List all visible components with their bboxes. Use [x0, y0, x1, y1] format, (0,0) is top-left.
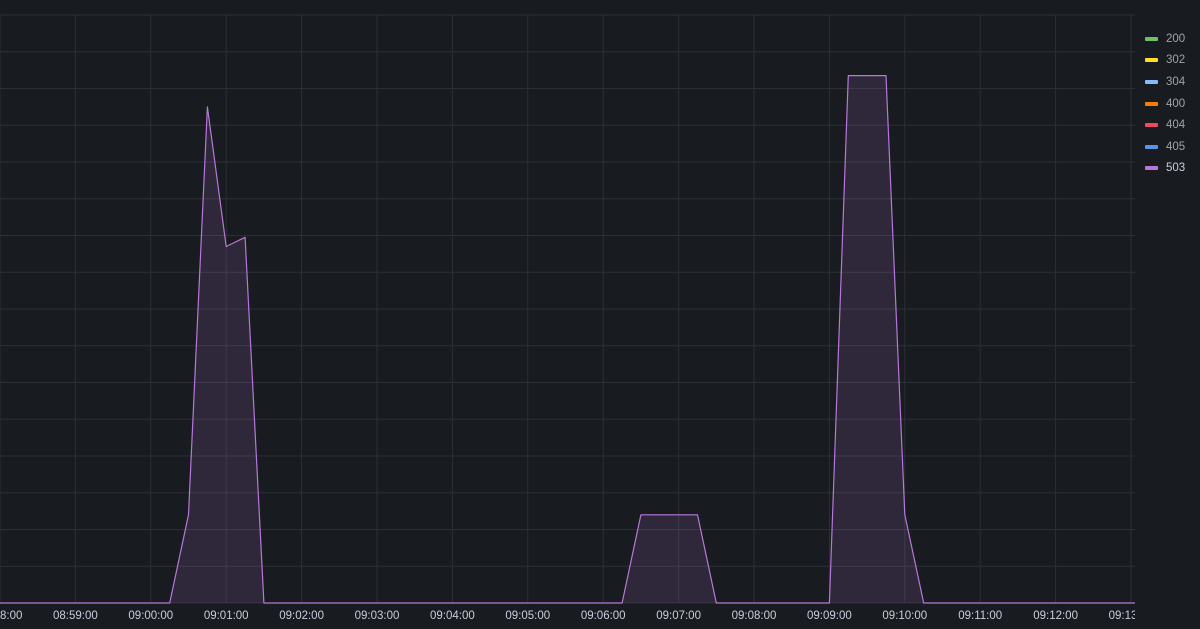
x-tick-label: 09:13:00 — [1109, 610, 1135, 622]
x-tick-label: 09:11:00 — [958, 610, 1002, 622]
legend-swatch — [1145, 101, 1158, 106]
legend-label: 400 — [1166, 97, 1186, 110]
legend: 200 302 304 400 404 405 503 — [1135, 28, 1200, 179]
legend-swatch — [1145, 166, 1158, 171]
legend-swatch — [1145, 79, 1158, 84]
series-503-line[interactable] — [0, 75, 1135, 604]
series-503-area — [0, 75, 1135, 603]
legend-item-405[interactable]: 405 — [1135, 136, 1200, 158]
time-series-panel: 08:58:00 08:59:00 09:00:00 09:01:00 09:02:00… — [0, 0, 1200, 629]
x-tick-label: 09:12:00 — [1033, 610, 1078, 622]
legend-item-304[interactable]: 304 — [1135, 71, 1200, 93]
legend-label: 200 — [1166, 32, 1186, 45]
legend-item-200[interactable]: 200 — [1135, 28, 1200, 50]
x-tick-label: 09:01:00 — [204, 610, 249, 622]
x-tick-label: 08:58:00 — [0, 610, 22, 622]
legend-item-302[interactable]: 302 — [1135, 50, 1200, 72]
legend-item-400[interactable]: 400 — [1135, 93, 1200, 115]
legend-label: 304 — [1166, 75, 1186, 88]
legend-swatch — [1145, 58, 1158, 63]
x-tick-label: 09:07:00 — [656, 610, 701, 622]
legend-swatch — [1145, 144, 1158, 149]
x-tick-label: 08:59:00 — [53, 610, 98, 622]
legend-swatch — [1145, 123, 1158, 128]
legend-item-503[interactable]: 503 — [1135, 158, 1200, 180]
legend-swatch — [1145, 36, 1158, 41]
legend-label: 404 — [1166, 119, 1186, 132]
x-tick-label: 09:06:00 — [581, 610, 626, 622]
x-tick-label: 09:02:00 — [279, 610, 324, 622]
x-tick-label: 09:08:00 — [732, 610, 777, 622]
x-tick-label: 09:09:00 — [807, 610, 852, 622]
x-tick-label: 09:03:00 — [355, 610, 400, 622]
x-tick-label: 09:00:00 — [128, 610, 173, 622]
grid — [0, 14, 1135, 604]
plot-area[interactable]: 08:58:00 08:59:00 09:00:00 09:01:00 09:02:00… — [0, 0, 1135, 629]
legend-label: 405 — [1166, 140, 1186, 153]
x-tick-label: 09:04:00 — [430, 610, 475, 622]
x-tick-label: 09:05:00 — [505, 610, 550, 622]
legend-label: 503 — [1166, 162, 1186, 175]
legend-label: 302 — [1166, 54, 1186, 67]
legend-item-404[interactable]: 404 — [1135, 114, 1200, 136]
x-tick-label: 09:10:00 — [882, 610, 927, 622]
